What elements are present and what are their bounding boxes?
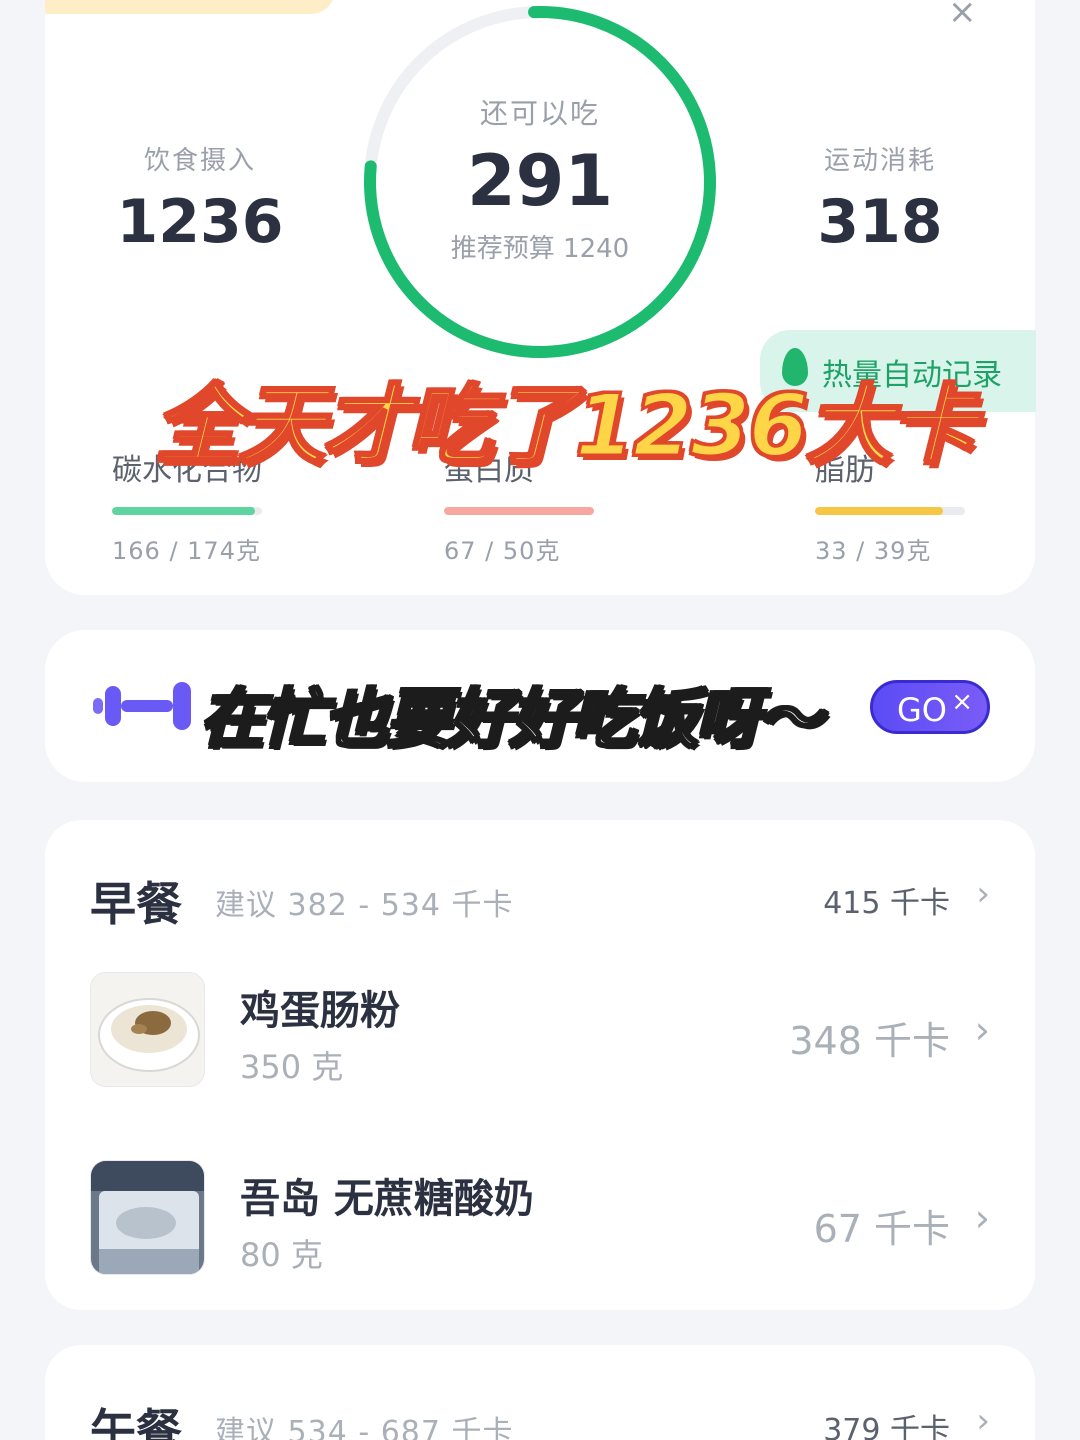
macro-progress-fill (815, 507, 943, 515)
overlay-caption-title: 全天才吃了1236大卡 (154, 375, 978, 478)
diet-page: × 饮食摄入 1236 还可以吃 291 推荐预算 1240 运动消耗 318 … (0, 0, 1080, 1440)
remaining-label: 还可以吃 (479, 97, 600, 130)
macro-amount: 33 / 39克 (815, 537, 932, 565)
food-item[interactable]: 吾岛 无蔗糖酸奶 80 克 67 千卡 › (90, 1160, 990, 1278)
intake-label: 饮食摄入 (143, 146, 256, 176)
burn-label: 运动消耗 (823, 146, 936, 176)
remaining-ring[interactable]: 还可以吃 291 推荐预算 1240 (355, 0, 725, 370)
go-button[interactable]: GO × (870, 680, 990, 734)
yogurt-image (91, 1161, 204, 1274)
meal-total: 415 千卡 (823, 886, 950, 921)
food-weight: 350 克 (240, 1048, 344, 1086)
intake-value: 1236 (116, 187, 284, 257)
food-item[interactable]: 鸡蛋肠粉 350 克 348 千卡 › (90, 972, 990, 1090)
food-calories: 348 千卡 (789, 1019, 950, 1063)
food-thumbnail (90, 972, 205, 1087)
budget-text: 推荐预算 1240 (450, 234, 630, 264)
rice-roll-image (91, 973, 204, 1086)
close-icon[interactable]: × (948, 0, 977, 32)
meal-suggestion: 建议 382 - 534 千卡 (215, 888, 514, 923)
meal-title: 午餐 (90, 1404, 182, 1440)
ring-center: 还可以吃 291 推荐预算 1240 (355, 92, 725, 265)
food-name: 鸡蛋肠粉 (240, 988, 400, 1034)
breakfast-header[interactable]: 早餐 建议 382 - 534 千卡 415 千卡 › (90, 868, 990, 931)
macro-amount: 166 / 174克 (112, 537, 261, 565)
dismiss-icon[interactable]: × (951, 687, 973, 717)
food-thumbnail (90, 1160, 205, 1275)
macro-progress-fill (444, 507, 594, 515)
intake-stat[interactable]: 饮食摄入 1236 (110, 140, 290, 257)
dumbbell-icon (93, 682, 191, 730)
macro-progress-bar (112, 507, 262, 515)
meal-title: 早餐 (90, 877, 182, 931)
chevron-right-icon: › (974, 1008, 990, 1052)
burn-value: 318 (817, 187, 943, 257)
macro-progress-bar (815, 507, 965, 515)
go-label: GO (897, 691, 947, 729)
chevron-right-icon: › (976, 1401, 990, 1440)
burn-stat[interactable]: 运动消耗 318 (790, 140, 970, 257)
top-tag (45, 0, 335, 14)
banner-caption: 在忙也要好好吃饭呀～ (199, 682, 824, 759)
meal-suggestion: 建议 534 - 687 千卡 (215, 1415, 514, 1440)
meal-total: 379 千卡 (823, 1413, 950, 1440)
chevron-right-icon: › (974, 1196, 990, 1240)
chevron-right-icon: › (976, 874, 990, 914)
food-name: 吾岛 无蔗糖酸奶 (240, 1176, 534, 1222)
food-weight: 80 克 (240, 1236, 323, 1274)
macro-progress-bar (444, 507, 594, 515)
macro-progress-fill (112, 507, 255, 515)
macro-amount: 67 / 50克 (444, 537, 561, 565)
lunch-header[interactable]: 午餐 建议 534 - 687 千卡 379 千卡 › (90, 1395, 990, 1440)
remaining-value: 291 (466, 140, 614, 222)
food-calories: 67 千卡 (813, 1207, 950, 1251)
